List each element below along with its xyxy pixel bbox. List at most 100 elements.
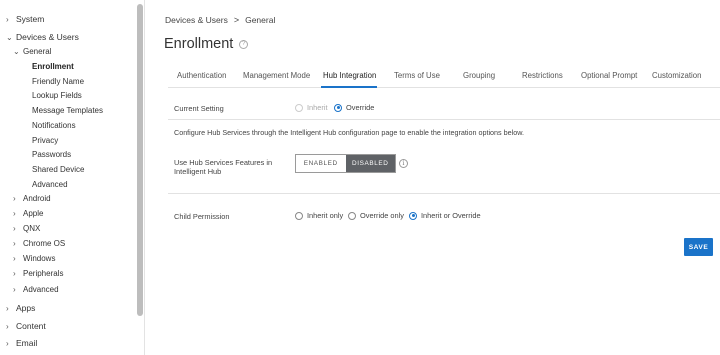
sidebar-item-peripherals[interactable]: › Peripherals [13, 269, 63, 278]
sidebar-scrollbar[interactable] [137, 4, 143, 316]
chevron-right-icon: › [13, 269, 16, 278]
sidebar-item-label: Peripherals [23, 269, 64, 278]
radio-circle [348, 211, 356, 220]
sidebar-item-message-templates[interactable]: Message Templates [32, 106, 103, 115]
sidebar-item-chrome-os[interactable]: › Chrome OS [13, 239, 65, 248]
radio-label: Inherit only [307, 211, 344, 220]
radio-inherit-or-override[interactable]: Inherit or Override [409, 211, 481, 220]
radio-override[interactable]: Override [334, 103, 374, 112]
chevron-right-icon: › [6, 338, 9, 348]
tab-grouping[interactable]: Grouping [463, 71, 495, 80]
hub-services-toggle: ENABLED DISABLED [295, 154, 396, 173]
breadcrumb: Devices & Users > General [165, 15, 275, 25]
page-title-text: Enrollment [164, 36, 234, 52]
sidebar-item-advanced[interactable]: Advanced [32, 180, 68, 189]
tab-bar: Authentication Management Mode Hub Integ… [168, 70, 720, 88]
sidebar-item-content[interactable]: › Content [6, 321, 46, 331]
sidebar-item-label: Passwords [32, 150, 72, 159]
sidebar-item-privacy[interactable]: Privacy [32, 136, 58, 145]
sidebar-item-passwords[interactable]: Passwords [32, 150, 71, 159]
sidebar-item-windows[interactable]: › Windows [13, 254, 55, 263]
tab-terms-of-use[interactable]: Terms of Use [394, 71, 440, 80]
breadcrumb-current[interactable]: General [245, 15, 275, 25]
sidebar-item-advanced-platform[interactable]: › Advanced [13, 285, 59, 294]
sidebar-item-label: Apps [16, 303, 36, 313]
sidebar-item-android[interactable]: › Android [13, 194, 51, 203]
hub-services-label-line2: Intelligent Hub [174, 167, 222, 176]
child-permission-label: Child Permission [174, 212, 230, 221]
sidebar-item-label: QNX [23, 224, 41, 233]
chevron-right-icon: › [6, 321, 9, 331]
sidebar-item-friendly-name[interactable]: Friendly Name [32, 77, 84, 86]
chevron-right-icon: › [13, 209, 16, 218]
chevron-right-icon: › [6, 303, 9, 313]
sidebar-item-label: Apple [23, 209, 44, 218]
radio-circle [295, 211, 303, 220]
sidebar-item-apps[interactable]: › Apps [6, 303, 35, 313]
sidebar-item-qnx[interactable]: › QNX [13, 224, 40, 233]
sidebar-item-label: Content [16, 321, 46, 331]
radio-label: Override [346, 103, 375, 112]
radio-label: Inherit [307, 103, 328, 112]
sidebar-item-system[interactable]: › System [6, 14, 44, 24]
sidebar-item-enrollment[interactable]: Enrollment [32, 62, 74, 71]
sidebar-item-general[interactable]: ⌄ General [13, 47, 51, 56]
chevron-down-icon: ⌄ [6, 32, 13, 42]
divider [168, 193, 720, 194]
radio-override-only[interactable]: Override only [348, 211, 404, 220]
sidebar-item-label: Advanced [32, 180, 68, 189]
breadcrumb-separator-icon: > [233, 15, 240, 25]
sidebar-item-label: Email [16, 338, 38, 348]
sidebar-item-lookup-fields[interactable]: Lookup Fields [32, 91, 82, 100]
sidebar-item-label: Friendly Name [32, 77, 85, 86]
sidebar-item-label: Windows [23, 254, 56, 263]
radio-label: Inherit or Override [421, 211, 481, 220]
sidebar-item-label: Lookup Fields [32, 91, 82, 100]
info-icon[interactable]: i [399, 159, 408, 168]
sidebar-item-label: General [23, 47, 52, 56]
chevron-right-icon: › [13, 224, 16, 233]
tab-management-mode[interactable]: Management Mode [243, 71, 310, 80]
tab-hub-integration[interactable]: Hub Integration [323, 71, 376, 80]
radio-inherit[interactable]: Inherit [295, 103, 328, 112]
radio-inherit-only[interactable]: Inherit only [295, 211, 343, 220]
sidebar-item-label: Notifications [32, 121, 76, 130]
radio-label: Override only [360, 211, 404, 220]
tab-customization[interactable]: Customization [652, 71, 701, 80]
enabled-button[interactable]: ENABLED [296, 155, 346, 172]
sidebar-item-label: Advanced [23, 285, 59, 294]
sidebar-item-shared-device[interactable]: Shared Device [32, 165, 84, 174]
tab-authentication[interactable]: Authentication [177, 71, 226, 80]
sidebar-item-label: Android [23, 194, 51, 203]
chevron-right-icon: › [13, 254, 16, 263]
chevron-right-icon: › [13, 239, 16, 248]
save-button[interactable]: SAVE [684, 238, 713, 256]
help-icon[interactable]: ? [239, 39, 249, 49]
active-tab-indicator [321, 86, 377, 88]
main-content: Devices & Users > General Enrollment ? A… [146, 0, 720, 355]
sidebar-item-label: Devices & Users [16, 32, 79, 42]
tab-restrictions[interactable]: Restrictions [522, 71, 563, 80]
current-setting-label: Current Setting [174, 104, 224, 113]
radio-circle [409, 211, 417, 220]
chevron-down-icon: ⌄ [13, 47, 20, 56]
sidebar-item-apple[interactable]: › Apple [13, 209, 43, 218]
hub-description: Configure Hub Services through the Intel… [174, 128, 525, 137]
sidebar-item-label: Shared Device [32, 165, 85, 174]
disabled-button[interactable]: DISABLED [345, 155, 395, 172]
tab-optional-prompt[interactable]: Optional Prompt [581, 71, 637, 80]
sidebar-item-notifications[interactable]: Notifications [32, 121, 76, 130]
chevron-right-icon: › [13, 285, 16, 294]
sidebar-item-label: Privacy [32, 136, 59, 145]
sidebar: › System ⌄ Devices & Users ⌄ General Enroll… [0, 0, 145, 355]
sidebar-item-label: Chrome OS [23, 239, 66, 248]
page-title: Enrollment ? [164, 36, 249, 52]
breadcrumb-parent[interactable]: Devices & Users [165, 15, 228, 25]
chevron-right-icon: › [13, 194, 16, 203]
radio-circle [334, 103, 342, 112]
hub-services-label-line1: Use Hub Services Features in [174, 158, 273, 167]
sidebar-item-devices-users[interactable]: ⌄ Devices & Users [6, 32, 79, 42]
sidebar-item-label: System [16, 14, 45, 24]
sidebar-item-email[interactable]: › Email [6, 338, 37, 348]
divider [168, 119, 720, 120]
